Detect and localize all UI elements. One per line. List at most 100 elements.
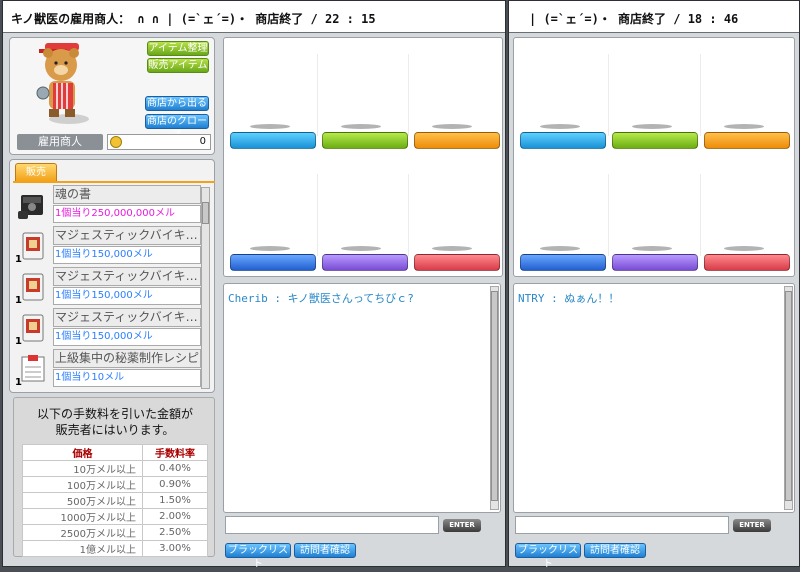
list-item[interactable]: 魂の書 1個当り250,000,000メル <box>15 185 201 225</box>
chat-scrollbar[interactable] <box>784 286 793 510</box>
shop-slot[interactable] <box>322 132 408 149</box>
hired-merchant-label: 雇用商人 <box>17 134 103 150</box>
slot-shadow <box>724 246 764 251</box>
grid-divider <box>408 54 409 136</box>
fee-price: 1億メル以上 <box>22 540 143 557</box>
list-item[interactable]: 1 マジェスティックバイキ… 1個当り150,000メル <box>15 308 201 348</box>
item-price: 1個当り150,000メル <box>53 246 201 264</box>
enter-button[interactable]: ENTER <box>443 519 481 532</box>
fee-rate: 1.50% <box>142 492 208 509</box>
slot-shadow <box>632 124 672 129</box>
slot-shadow <box>432 246 472 251</box>
slot-shadow <box>341 124 381 129</box>
col-price-header: 価格 <box>22 444 143 461</box>
leave-shop-button[interactable]: 商店から出る <box>145 96 209 111</box>
book-icon <box>18 195 43 219</box>
grid-divider <box>700 54 701 136</box>
commission-notice-line1: 以下の手数料を引いた金額が <box>36 407 193 421</box>
slot-shadow <box>250 124 290 129</box>
list-item[interactable]: 1 上級集中の秘薬制作レシピ 1個当り10メル <box>15 349 201 389</box>
meso-display: 0 <box>107 134 211 150</box>
sell-item-list: 魂の書 1個当り250,000,000メル 1 マジェスティックバイキ… 1個当… <box>15 185 201 389</box>
shop-title: | (=`ェ´=)・ 商店終了 / 18 : 46 <box>509 1 799 33</box>
fee-rate: 2.00% <box>142 508 208 525</box>
shop-slot[interactable] <box>520 132 606 149</box>
tab-sell[interactable]: 販売 <box>15 163 57 181</box>
shop-slot[interactable] <box>230 254 316 271</box>
commission-notice: 以下の手数料を引いた金額が 販売者にはいります。 <box>14 406 216 438</box>
shop-slot[interactable] <box>414 254 500 271</box>
item-price: 1個当り250,000,000メル <box>53 205 201 223</box>
table-row: 2500万メル以上 2.50% <box>22 524 208 541</box>
shop-slot[interactable] <box>612 254 698 271</box>
visitor-check-button[interactable]: 訪問者確認 <box>294 543 356 558</box>
shop-slot[interactable] <box>414 132 500 149</box>
table-row: 1000万メル以上 2.00% <box>22 508 208 525</box>
chat-log: NTRY : ぬぁん！！ <box>513 283 795 513</box>
shop-slot[interactable] <box>520 254 606 271</box>
scrollbar-thumb[interactable] <box>491 291 498 501</box>
fee-rate: 0.40% <box>142 460 208 477</box>
second-shop-window: | (=`ェ´=)・ 商店終了 / 18 : 46 NTRY : ぬぁん！！ E… <box>508 0 800 570</box>
fee-price: 100万メル以上 <box>22 476 143 493</box>
fee-price: 1000万メル以上 <box>22 508 143 525</box>
slot-shadow <box>632 246 672 251</box>
item-quantity: 1 <box>15 295 22 306</box>
slot-shadow <box>540 124 580 129</box>
shop-slot[interactable] <box>612 132 698 149</box>
merchant-avatar <box>36 43 89 124</box>
item-name: 上級集中の秘薬制作レシピ <box>53 349 201 368</box>
grid-divider <box>317 54 318 136</box>
fee-price: 2500万メル以上 <box>22 524 143 541</box>
shop-slot[interactable] <box>704 132 790 149</box>
chat-log: Cherib : キノ獣医さんってちびｃ? <box>223 283 501 513</box>
chat-message: Cherib : キノ獣医さんってちびｃ? <box>228 292 414 305</box>
slot-shadow <box>341 246 381 251</box>
item-name: 魂の書 <box>53 185 201 204</box>
blacklist-button[interactable]: ブラックリスト <box>515 543 581 570</box>
shop-slot[interactable] <box>230 132 316 149</box>
commission-info: 以下の手数料を引いた金額が 販売者にはいります。 価格 手数料率 10万メル以上… <box>13 397 215 557</box>
grid-divider <box>408 174 409 256</box>
shop-item-grid <box>513 37 795 277</box>
shop-slot[interactable] <box>704 254 790 271</box>
blacklist-button[interactable]: ブラックリスト <box>225 543 291 570</box>
table-row: 500万メル以上 1.50% <box>22 492 208 509</box>
table-row: 1億メル以上 3.00% <box>22 540 208 557</box>
scrollbar-thumb[interactable] <box>202 202 209 224</box>
arrange-items-button[interactable]: アイテム整理 <box>147 41 209 56</box>
commission-table: 価格 手数料率 10万メル以上 0.40% 100万メル以上 0.90% 500万メ… <box>22 444 208 557</box>
chat-input[interactable] <box>515 516 729 534</box>
slot-shadow <box>250 246 290 251</box>
scrollbar-thumb[interactable] <box>785 291 792 501</box>
shop-slot[interactable] <box>322 254 408 271</box>
sell-list-scrollbar[interactable] <box>201 187 210 389</box>
item-name: マジェスティックバイキ… <box>53 267 201 286</box>
slot-shadow <box>724 124 764 129</box>
item-price: 1個当り10メル <box>53 369 201 387</box>
chat-scrollbar[interactable] <box>490 286 499 510</box>
slot-shadow <box>540 246 580 251</box>
grid-divider <box>317 174 318 256</box>
table-row: 10万メル以上 0.40% <box>22 460 208 477</box>
close-shop-button[interactable]: 商店のクローズ <box>145 114 209 141</box>
grid-divider <box>608 174 609 256</box>
chat-message: NTRY : ぬぁん！！ <box>518 292 620 305</box>
list-item[interactable]: 1 マジェスティックバイキ… 1個当り150,000メル <box>15 226 201 266</box>
sell-items-button[interactable]: 販売アイテム <box>147 58 209 73</box>
list-item[interactable]: 1 マジェスティックバイキ… 1個当り150,000メル <box>15 267 201 307</box>
table-row: 100万メル以上 0.90% <box>22 476 208 493</box>
col-rate-header: 手数料率 <box>142 444 208 461</box>
meso-amount: 0 <box>199 136 206 147</box>
grid-divider <box>608 54 609 136</box>
tab-underline <box>13 181 215 183</box>
item-price: 1個当り150,000メル <box>53 328 201 346</box>
fee-price: 500万メル以上 <box>22 492 143 509</box>
item-name: マジェスティックバイキ… <box>53 308 201 327</box>
commission-notice-line2: 販売者にはいります。 <box>55 423 175 437</box>
enter-button[interactable]: ENTER <box>733 519 771 532</box>
meso-coin-icon <box>110 136 122 148</box>
visitor-check-button[interactable]: 訪問者確認 <box>584 543 646 558</box>
chat-input[interactable] <box>225 516 439 534</box>
shop-item-grid <box>223 37 503 277</box>
